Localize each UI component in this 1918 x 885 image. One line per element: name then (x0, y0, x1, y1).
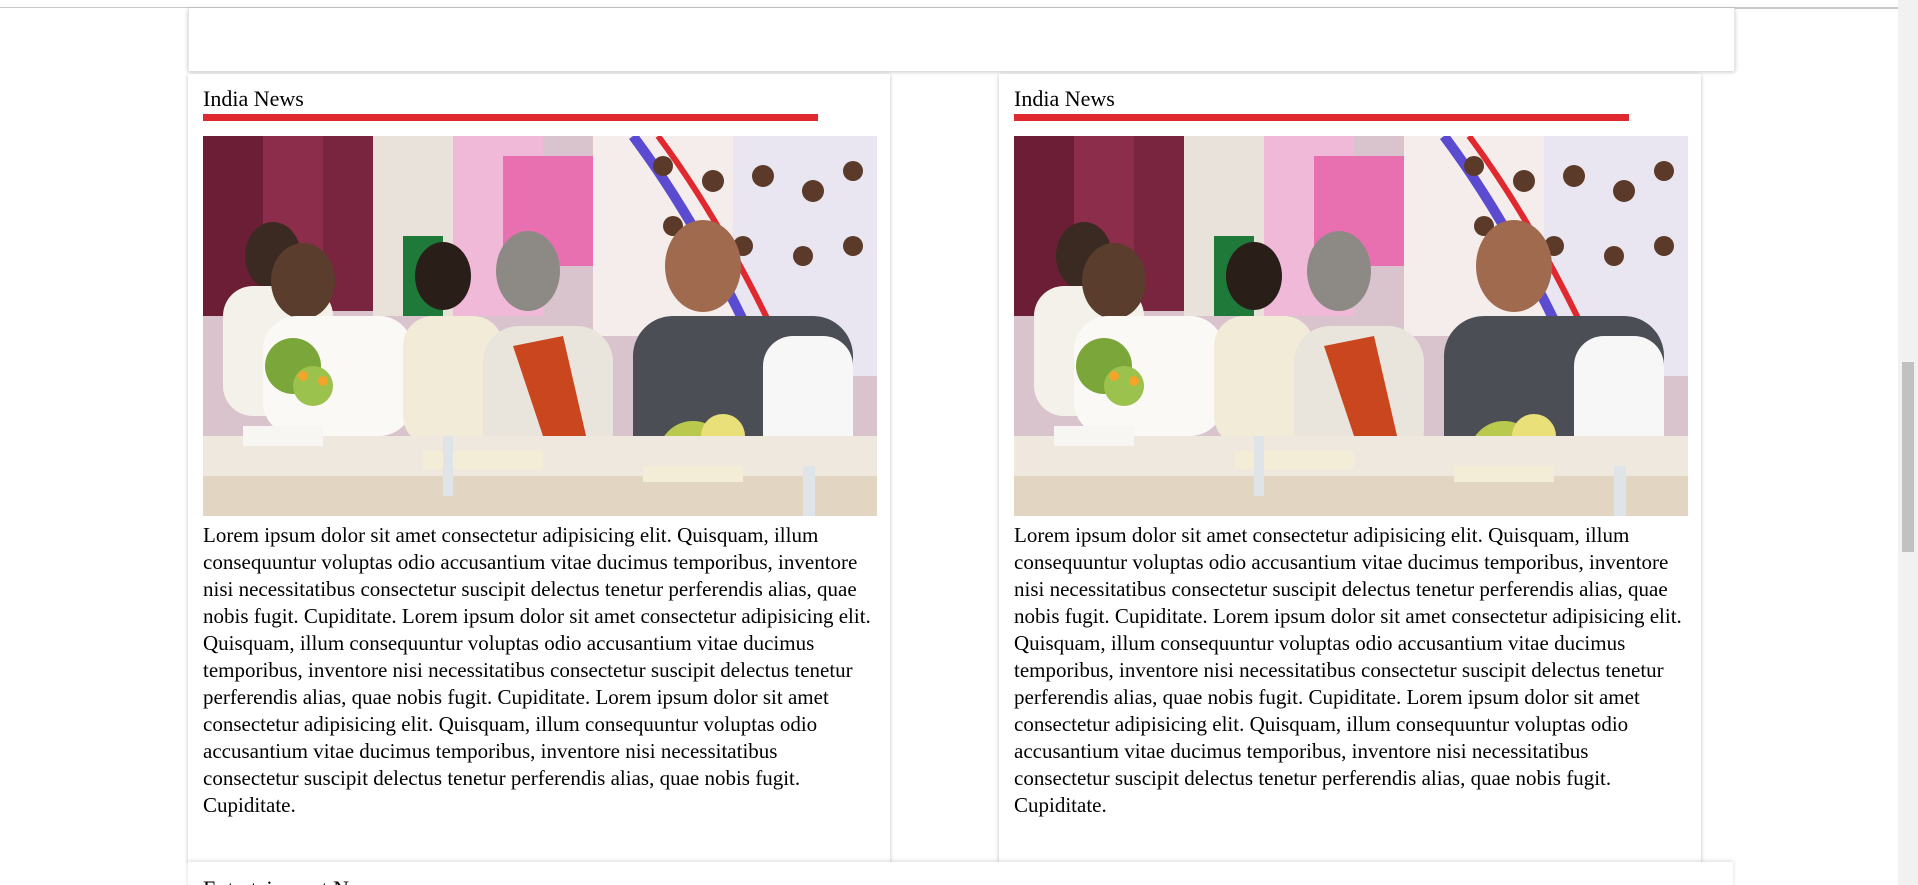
news-image[interactable] (1014, 136, 1688, 516)
scrollbar-thumb[interactable] (1902, 362, 1914, 552)
card-heading: Entertainment News (203, 876, 1718, 885)
heading-underline (1014, 114, 1629, 121)
card-heading: India News (203, 86, 304, 111)
heading-underline (203, 114, 818, 121)
article-body: Lorem ipsum dolor sit amet consectetur a… (203, 523, 871, 817)
news-image[interactable] (203, 136, 877, 516)
entertainment-news-card: Entertainment News (188, 862, 1733, 885)
card-heading: India News (1014, 86, 1115, 111)
news-card-india-2: India News Lorem ipsum dolor sit amet co… (999, 74, 1701, 862)
previous-section-card (188, 8, 1735, 71)
page-viewport: India News Lorem ipsum dolor sit amet co… (0, 0, 1918, 885)
news-card-india-1: India News Lorem ipsum dolor sit amet co… (188, 74, 890, 862)
vertical-scrollbar[interactable] (1898, 0, 1918, 885)
article-body: Lorem ipsum dolor sit amet consectetur a… (1014, 523, 1682, 817)
